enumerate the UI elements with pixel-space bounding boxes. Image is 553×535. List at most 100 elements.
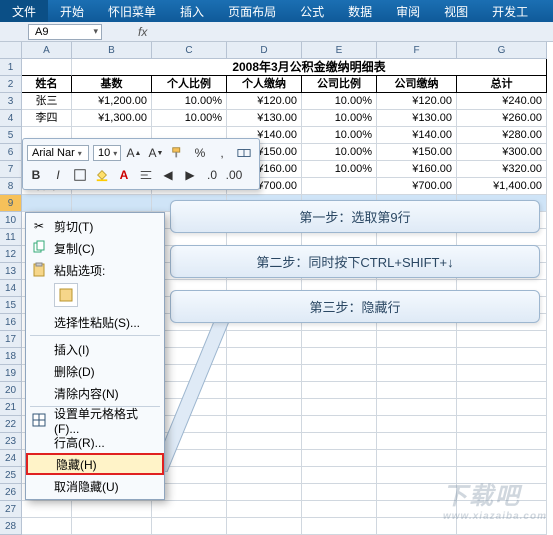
cell[interactable] [377, 365, 457, 382]
row-header[interactable]: 19 [0, 365, 22, 382]
tab-review[interactable]: 审阅 [384, 0, 432, 22]
cell[interactable]: ¥700.00 [377, 178, 457, 195]
tab-insert[interactable]: 插入 [168, 0, 216, 22]
cell[interactable] [377, 399, 457, 416]
cell[interactable] [152, 518, 227, 535]
cell[interactable] [457, 399, 547, 416]
row-header[interactable]: 24 [0, 450, 22, 467]
increase-font-icon[interactable]: A▲ [125, 144, 143, 162]
cell[interactable]: ¥120.00 [377, 93, 457, 110]
indent-decrease-icon[interactable]: ◀ [159, 166, 177, 184]
col-header-e[interactable]: E [302, 42, 377, 59]
cell[interactable]: ¥130.00 [377, 110, 457, 127]
row-header-1[interactable]: 1 [0, 59, 22, 76]
tab-data[interactable]: 数据 [336, 0, 384, 22]
border-icon[interactable] [71, 166, 89, 184]
font-size-select[interactable]: 10 [93, 145, 121, 161]
paste-option-default[interactable] [54, 283, 78, 307]
cell[interactable] [302, 467, 377, 484]
cell[interactable] [377, 382, 457, 399]
cell[interactable] [302, 399, 377, 416]
cell[interactable] [457, 433, 547, 450]
cell[interactable]: ¥300.00 [457, 144, 547, 161]
row-header[interactable]: 12 [0, 246, 22, 263]
col-header-f[interactable]: F [377, 42, 457, 59]
cell[interactable] [302, 484, 377, 501]
cell[interactable] [72, 501, 152, 518]
cell[interactable]: 10.00% [302, 127, 377, 144]
ctx-format-cells[interactable]: 设置单元格格式(F)... [26, 409, 164, 431]
cell[interactable] [457, 450, 547, 467]
ctx-unhide[interactable]: 取消隐藏(U) [26, 475, 164, 497]
align-icon[interactable] [137, 166, 155, 184]
row-header[interactable]: 25 [0, 467, 22, 484]
cell[interactable] [457, 382, 547, 399]
row-header[interactable]: 13 [0, 263, 22, 280]
fx-label[interactable]: fx [138, 25, 147, 39]
row-header[interactable]: 18 [0, 348, 22, 365]
row-header[interactable]: 10 [0, 212, 22, 229]
row-header[interactable]: 26 [0, 484, 22, 501]
cell[interactable]: ¥140.00 [377, 127, 457, 144]
row-header[interactable]: 20 [0, 382, 22, 399]
cell[interactable] [302, 178, 377, 195]
ctx-insert[interactable]: 插入(I) [26, 338, 164, 360]
tab-file[interactable]: 文件 [0, 0, 48, 22]
cell[interactable] [22, 501, 72, 518]
col-header-g[interactable]: G [457, 42, 547, 59]
row-header[interactable]: 5 [0, 127, 22, 144]
row-header[interactable]: 21 [0, 399, 22, 416]
italic-icon[interactable]: I [49, 166, 67, 184]
row-header[interactable]: 17 [0, 331, 22, 348]
cell[interactable] [457, 365, 547, 382]
indent-increase-icon[interactable]: ▶ [181, 166, 199, 184]
cell[interactable]: ¥260.00 [457, 110, 547, 127]
tab-home[interactable]: 开始 [48, 0, 96, 22]
tab-view[interactable]: 视图 [432, 0, 480, 22]
cell[interactable] [377, 433, 457, 450]
cell[interactable] [302, 416, 377, 433]
cell[interactable] [377, 348, 457, 365]
cell[interactable] [377, 416, 457, 433]
cell[interactable]: ¥120.00 [227, 93, 302, 110]
row-header[interactable]: 22 [0, 416, 22, 433]
col-header-d[interactable]: D [227, 42, 302, 59]
cell[interactable]: 10.00% [152, 93, 227, 110]
cell[interactable] [72, 518, 152, 535]
format-painter-icon[interactable] [169, 144, 187, 162]
cell[interactable] [302, 365, 377, 382]
cell[interactable]: ¥240.00 [457, 93, 547, 110]
ctx-copy[interactable]: 复制(C) [26, 237, 164, 259]
cell[interactable] [227, 501, 302, 518]
cell[interactable] [302, 501, 377, 518]
row-header[interactable]: 28 [0, 518, 22, 535]
row-header[interactable]: 23 [0, 433, 22, 450]
row-header-9[interactable]: 9 [0, 195, 22, 212]
cell[interactable] [227, 518, 302, 535]
decimal-increase-icon[interactable]: .00 [225, 166, 243, 184]
row-header-2[interactable]: 2 [0, 76, 22, 93]
ctx-delete[interactable]: 删除(D) [26, 360, 164, 382]
ctx-cut[interactable]: ✂剪切(T) [26, 215, 164, 237]
col-header-c[interactable]: C [152, 42, 227, 59]
merge-icon[interactable] [235, 144, 253, 162]
cell[interactable]: 10.00% [302, 161, 377, 178]
cell[interactable]: 李四 [22, 110, 72, 127]
cell[interactable]: ¥320.00 [457, 161, 547, 178]
row-header[interactable]: 3 [0, 93, 22, 110]
tab-layout[interactable]: 页面布局 [216, 0, 288, 22]
cell[interactable]: 10.00% [302, 110, 377, 127]
cell[interactable]: 10.00% [302, 93, 377, 110]
col-header-a[interactable]: A [22, 42, 72, 59]
cell[interactable]: ¥150.00 [377, 144, 457, 161]
tab-formulas[interactable]: 公式 [288, 0, 336, 22]
name-box[interactable]: A9 [28, 24, 102, 40]
row-header[interactable]: 15 [0, 297, 22, 314]
row-header[interactable]: 8 [0, 178, 22, 195]
cell[interactable]: ¥160.00 [377, 161, 457, 178]
cell[interactable] [457, 416, 547, 433]
sheet-title[interactable]: 2008年3月公积金缴纳明细表 [72, 59, 547, 76]
row-header[interactable]: 16 [0, 314, 22, 331]
ctx-row-height[interactable]: 行高(R)... [26, 431, 164, 453]
cell[interactable]: 张三 [22, 93, 72, 110]
